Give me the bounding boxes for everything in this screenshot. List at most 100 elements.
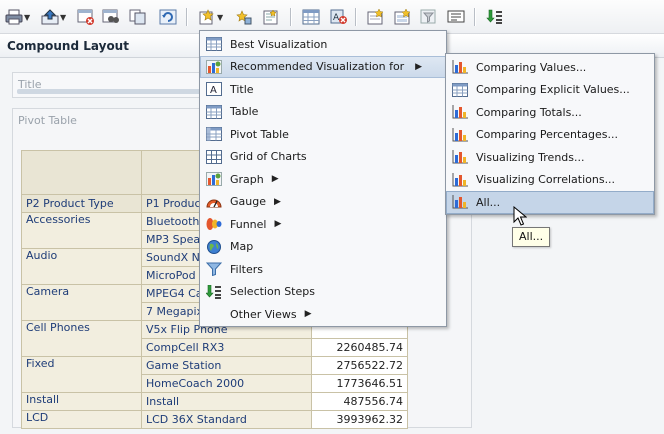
- table-button[interactable]: [302, 7, 320, 27]
- menu-item-recommended-visualization[interactable]: Recommended Visualization for ▶: [200, 55, 446, 78]
- submenu-item-visualizing-correlations[interactable]: Visualizing Correlations...: [446, 169, 654, 192]
- grid-icon: [206, 149, 222, 164]
- svg-text:A: A: [333, 13, 340, 23]
- row-header[interactable]: LCD: [21, 410, 142, 429]
- row-header[interactable]: CompCell RX3: [141, 338, 312, 357]
- new-view-menu: Best Visualization Recommended Visualiza…: [199, 30, 447, 327]
- row-header[interactable]: Install: [141, 392, 312, 411]
- submenu-item-label: All...: [476, 195, 501, 209]
- row-header[interactable]: Install: [21, 392, 142, 411]
- selection-steps-button[interactable]: [486, 7, 504, 27]
- edit-view-button[interactable]: [235, 7, 253, 27]
- pivot-corner: [21, 150, 142, 195]
- page-title: Compound Layout: [7, 39, 129, 53]
- show-view-button[interactable]: [102, 7, 120, 27]
- remove-criteria-button[interactable]: A: [330, 7, 348, 27]
- submenu-item-all[interactable]: All...: [446, 191, 654, 214]
- bar-chart-icon: [452, 105, 468, 119]
- map-icon: [207, 239, 221, 254]
- column-header[interactable]: P2 Product Type: [21, 194, 142, 213]
- toolbar-separator: [474, 8, 475, 26]
- menu-item-label: Grid of Charts: [230, 150, 307, 164]
- menu-item-label: Selection Steps: [230, 285, 315, 299]
- mouse-pointer-icon: [513, 206, 527, 226]
- filter-icon: [206, 262, 222, 276]
- submenu-arrow-icon: ▶: [274, 196, 281, 207]
- prompt-button[interactable]: [394, 7, 412, 27]
- toolbar: ▼ ▼ ▼ A: [0, 0, 664, 34]
- submenu-item-comparing-explicit-values[interactable]: Comparing Explicit Values...: [446, 79, 654, 102]
- menu-item-label: Recommended Visualization for: [230, 60, 405, 74]
- title-icon: A: [206, 82, 222, 96]
- edit-view-icon: [236, 10, 252, 25]
- table-icon: [302, 9, 320, 25]
- value-cell: 487556.74: [311, 392, 408, 411]
- remove-icon: A: [330, 9, 347, 24]
- row-header[interactable]: Audio: [21, 248, 142, 285]
- copy-button[interactable]: [129, 7, 147, 27]
- filter-icon: [420, 9, 436, 24]
- bar-chart-icon: [452, 127, 468, 141]
- submenu-item-visualizing-trends[interactable]: Visualizing Trends...: [446, 146, 654, 169]
- selection-steps-icon: [206, 284, 221, 299]
- bar-chart-icon: [452, 195, 468, 209]
- menu-item-best-visualization[interactable]: Best Visualization: [200, 33, 446, 56]
- menu-item-label: Gauge: [230, 195, 266, 209]
- show-view-icon: [102, 9, 119, 23]
- chart-icon: [206, 59, 222, 74]
- value-cell: 2756522.72: [311, 356, 408, 375]
- submenu-item-label: Comparing Explicit Values...: [476, 83, 630, 97]
- bar-chart-icon: [452, 172, 468, 186]
- table-row: Install Install 487556.74: [21, 392, 408, 411]
- row-header[interactable]: Camera: [21, 284, 142, 321]
- remove-view-button[interactable]: [77, 7, 95, 27]
- menu-item-map[interactable]: Map: [200, 236, 446, 259]
- row-header[interactable]: Cell Phones: [21, 320, 142, 357]
- new-view-button[interactable]: ▼: [198, 7, 223, 27]
- filter-button[interactable]: [420, 7, 438, 27]
- submenu-item-label: Comparing Percentages...: [476, 128, 618, 142]
- table-icon: [206, 104, 222, 119]
- menu-item-selection-steps[interactable]: Selection Steps: [200, 281, 446, 304]
- menu-item-pivot-table[interactable]: Pivot Table: [200, 123, 446, 146]
- criteria-icon: [367, 9, 384, 25]
- bar-chart-icon: [452, 60, 468, 74]
- menu-item-grid-of-charts[interactable]: Grid of Charts: [200, 146, 446, 169]
- row-header[interactable]: Fixed: [21, 356, 142, 393]
- row-header[interactable]: LCD 36X Standard: [141, 410, 312, 429]
- export-button[interactable]: ▼: [41, 7, 66, 27]
- criteria-button[interactable]: [367, 7, 385, 27]
- menu-item-other-views[interactable]: Other Views ▶: [200, 303, 446, 326]
- submenu-item-label: Visualizing Correlations...: [476, 173, 616, 187]
- row-header[interactable]: HomeCoach 2000: [141, 374, 312, 393]
- row-header[interactable]: Game Station: [141, 356, 312, 375]
- menu-item-title[interactable]: A Title: [200, 78, 446, 101]
- menu-item-filters[interactable]: Filters: [200, 258, 446, 281]
- submenu-item-label: Comparing Totals...: [476, 105, 582, 119]
- narrative-button[interactable]: [447, 7, 465, 27]
- menu-item-table[interactable]: Table: [200, 101, 446, 124]
- recommended-visualization-submenu: Comparing Values... Comparing Explicit V…: [445, 53, 655, 215]
- menu-item-label: Funnel: [230, 217, 267, 231]
- menu-item-label: Other Views: [230, 307, 297, 321]
- print-button[interactable]: ▼: [5, 7, 30, 27]
- new-view-icon: [199, 9, 214, 25]
- menu-item-gauge[interactable]: Gauge ▶: [200, 191, 446, 214]
- menu-item-graph[interactable]: Graph ▶: [200, 168, 446, 191]
- submenu-item-comparing-values[interactable]: Comparing Values...: [446, 56, 654, 79]
- submenu-arrow-icon: ▶: [271, 174, 279, 185]
- submenu-item-comparing-percentages[interactable]: Comparing Percentages...: [446, 124, 654, 147]
- row-header[interactable]: Accessories: [21, 212, 142, 249]
- edit-properties-button[interactable]: [262, 7, 280, 27]
- submenu-item-comparing-totals[interactable]: Comparing Totals...: [446, 101, 654, 124]
- pivot-icon: [206, 127, 222, 141]
- narrative-icon: [447, 10, 465, 23]
- selection-steps-icon: [486, 9, 502, 24]
- menu-item-label: Filters: [230, 262, 263, 276]
- graph-icon: [206, 172, 222, 186]
- table-icon: [206, 37, 222, 51]
- toolbar-separator: [290, 8, 291, 26]
- copy-icon: [129, 9, 146, 25]
- refresh-button[interactable]: [159, 7, 177, 27]
- menu-item-funnel[interactable]: Funnel ▶: [200, 213, 446, 236]
